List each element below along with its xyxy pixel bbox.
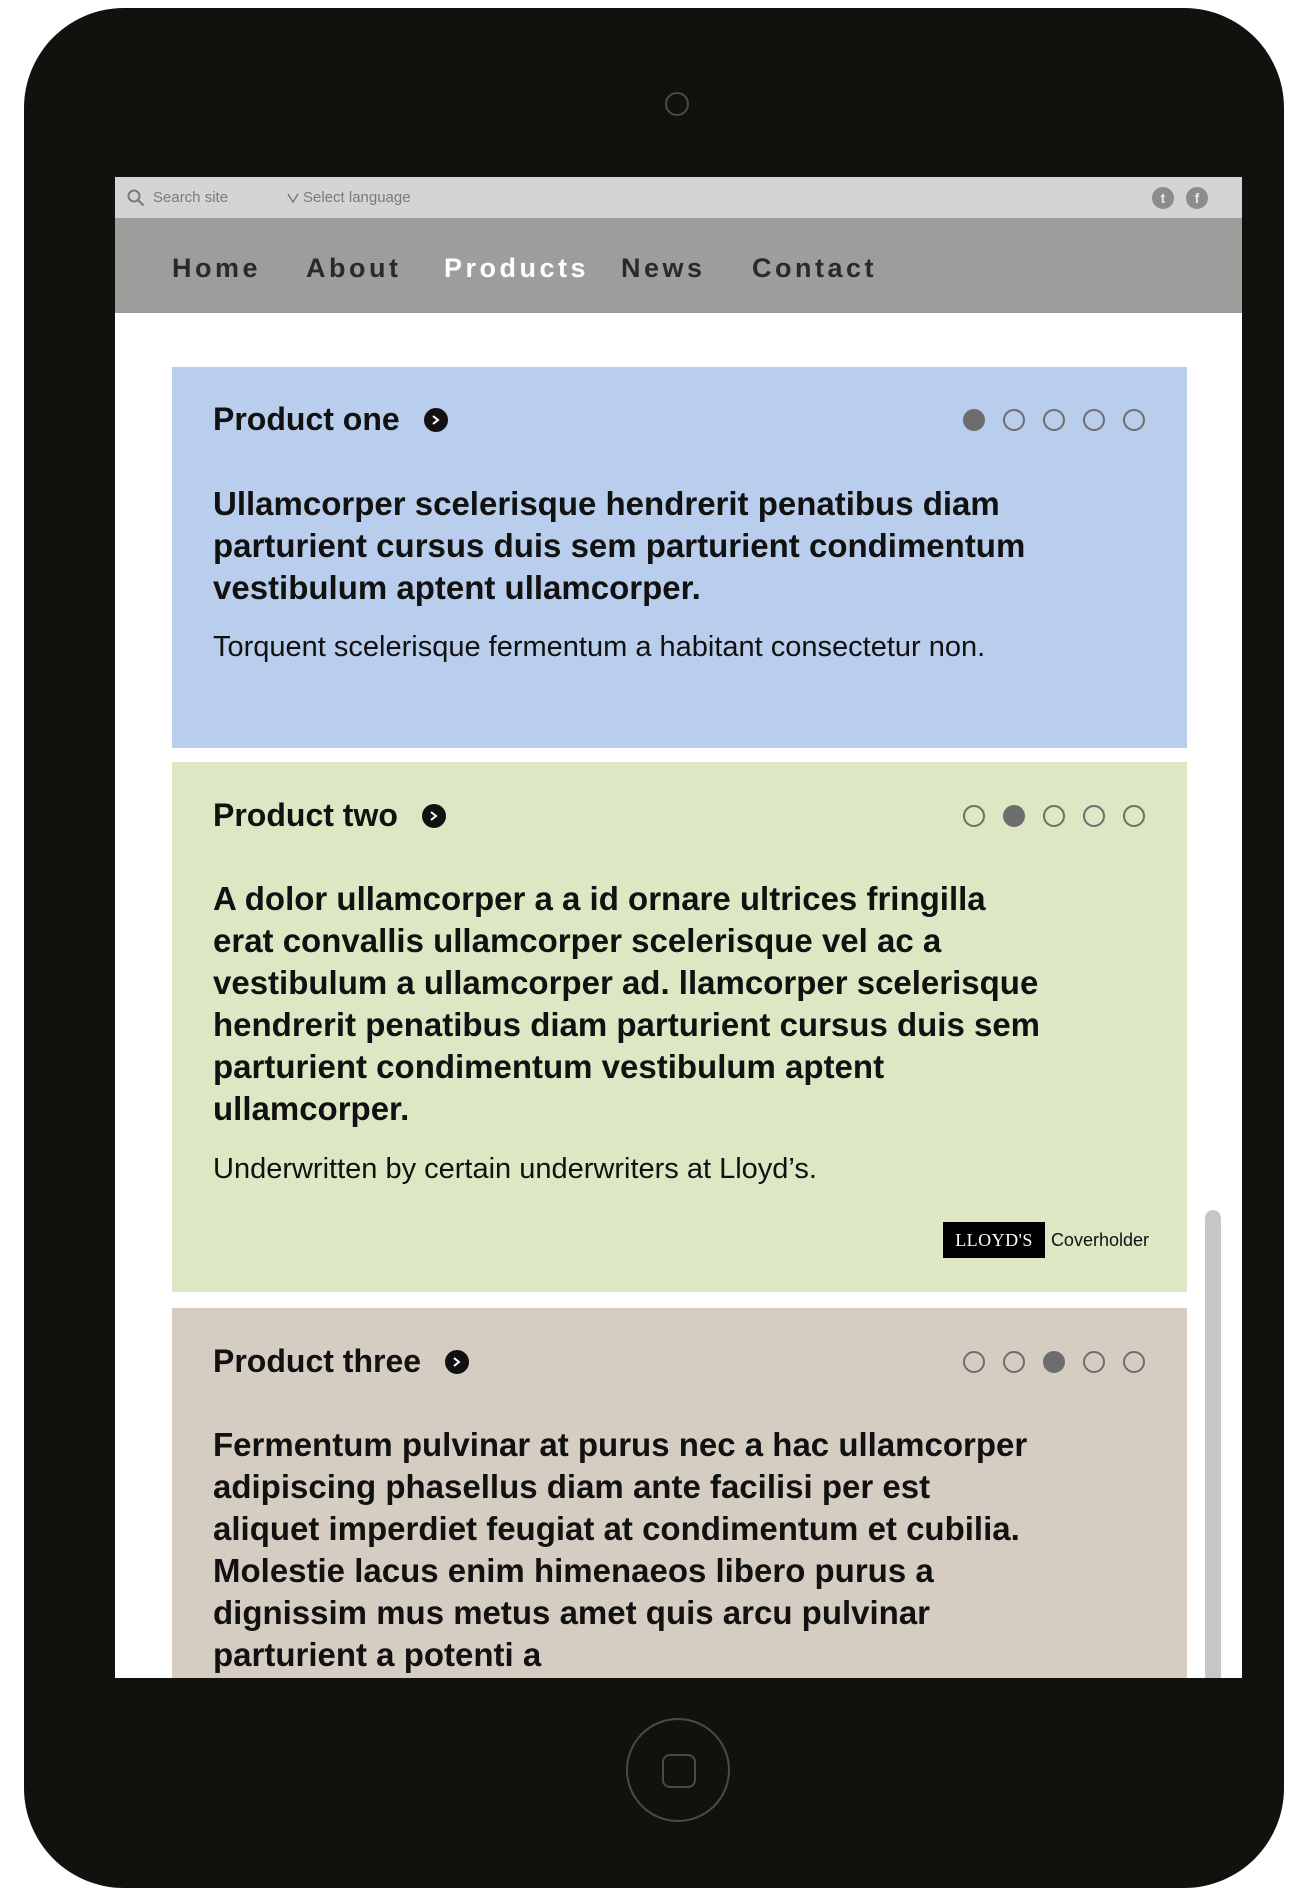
lloyds-coverholder-badge: LLOYD'S Coverholder: [943, 1222, 1149, 1258]
lloyds-logo: LLOYD'S: [943, 1222, 1045, 1258]
product-lead: Ullamcorper scelerisque hendrerit penati…: [213, 485, 1026, 606]
screen: Search site Select language t f Home Abo…: [115, 177, 1242, 1678]
tablet-frame: Search site Select language t f Home Abo…: [24, 8, 1284, 1888]
product-title-link[interactable]: Product one: [213, 401, 448, 438]
nav-item-products[interactable]: Products: [444, 253, 589, 284]
carousel-dot-3[interactable]: [1043, 1351, 1065, 1373]
main-nav: Home About Products News Contact: [115, 218, 1242, 313]
carousel-dot-1[interactable]: [963, 409, 985, 431]
product-title-link[interactable]: Product three: [213, 1343, 470, 1380]
carousel-dot-5[interactable]: [1123, 409, 1145, 431]
nav-item-contact[interactable]: Contact: [752, 253, 877, 284]
carousel-dots: [963, 1351, 1145, 1373]
carousel-dot-2[interactable]: [1003, 805, 1025, 827]
arrow-right-icon: [423, 407, 448, 432]
product-title: Product three: [213, 1343, 422, 1379]
nav-item-home[interactable]: Home: [172, 253, 261, 284]
product-lead: Fermentum pulvinar at purus nec a hac ul…: [213, 1426, 1028, 1673]
search-input[interactable]: Search site: [127, 177, 228, 218]
search-placeholder: Search site: [153, 189, 229, 206]
product-card-3: Product three Fermentum pulvinar at puru…: [172, 1308, 1187, 1678]
camera-icon: [665, 92, 689, 116]
carousel-dots: [963, 805, 1145, 827]
scrollbar[interactable]: [1205, 1210, 1221, 1678]
product-card-1: Product one Ullamcorper scelerisque hend…: [172, 367, 1187, 748]
carousel-dots: [963, 409, 1145, 431]
product-title: Product two: [213, 797, 398, 833]
carousel-dot-5[interactable]: [1123, 805, 1145, 827]
utility-bar: Search site Select language t f: [115, 177, 1242, 218]
social-links: t f: [1152, 187, 1208, 209]
carousel-dot-3[interactable]: [1043, 409, 1065, 431]
facebook-icon[interactable]: f: [1186, 187, 1208, 209]
carousel-dot-2[interactable]: [1003, 1351, 1025, 1373]
carousel-dot-3[interactable]: [1043, 805, 1065, 827]
home-square-icon: [662, 1754, 696, 1788]
chevron-down-icon: [287, 193, 299, 203]
twitter-icon[interactable]: t: [1152, 187, 1174, 209]
nav-item-about[interactable]: About: [306, 253, 401, 284]
carousel-dot-1[interactable]: [963, 805, 985, 827]
arrow-right-icon: [445, 1349, 470, 1374]
carousel-dot-4[interactable]: [1083, 409, 1105, 431]
carousel-dot-2[interactable]: [1003, 409, 1025, 431]
nav-item-news[interactable]: News: [621, 253, 706, 284]
home-button[interactable]: [626, 1718, 730, 1822]
product-title-link[interactable]: Product two: [213, 797, 446, 834]
product-lead: A dolor ullamcorper a a id ornare ultric…: [213, 880, 1041, 1127]
language-select[interactable]: Select language: [287, 177, 411, 218]
carousel-dot-4[interactable]: [1083, 1351, 1105, 1373]
product-sub: Torquent scelerisque fermentum a habitan…: [213, 631, 986, 663]
carousel-dot-1[interactable]: [963, 1351, 985, 1373]
product-title: Product one: [213, 401, 400, 437]
arrow-right-icon: [421, 803, 446, 828]
carousel-dot-5[interactable]: [1123, 1351, 1145, 1373]
search-icon: [127, 189, 145, 206]
language-label: Select language: [303, 189, 411, 206]
product-card-2: Product two A dolor ullamcorper a a id o…: [172, 762, 1187, 1292]
product-sub: Underwritten by certain underwriters at …: [213, 1153, 817, 1185]
carousel-dot-4[interactable]: [1083, 805, 1105, 827]
badge-text: Coverholder: [1050, 1229, 1149, 1250]
